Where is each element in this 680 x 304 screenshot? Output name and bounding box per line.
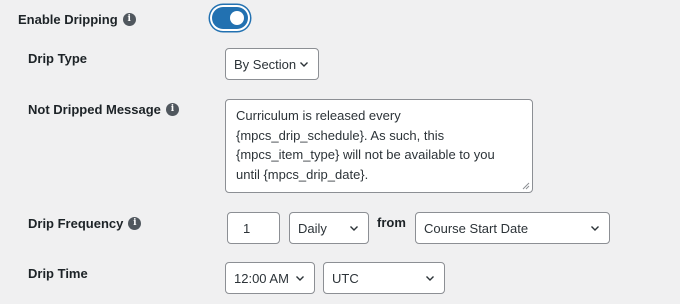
drip-time-label: Drip Time xyxy=(28,266,88,281)
drip-frequency-unit-select[interactable]: Daily xyxy=(289,212,369,244)
toggle-knob xyxy=(230,11,244,25)
info-icon[interactable]: i xyxy=(122,13,136,26)
drip-frequency-amount-value: 1 xyxy=(243,220,251,236)
not-dripped-message-textarea[interactable]: Curriculum is released every {mpcs_drip_… xyxy=(225,99,533,193)
drip-time-value: 12:00 AM xyxy=(234,270,289,286)
drip-frequency-label: Drip Frequency xyxy=(28,216,124,231)
message-line: {mpcs_drip_schedule}. As such, this xyxy=(236,127,445,143)
drip-type-select[interactable]: By Section xyxy=(225,48,319,80)
chevron-down-icon xyxy=(296,276,304,281)
chevron-down-icon xyxy=(350,226,358,231)
chevron-down-icon xyxy=(591,226,599,231)
drip-frequency-row: Drip Frequency i xyxy=(28,216,142,231)
drip-type-row: Drip Type xyxy=(28,51,87,66)
info-icon[interactable]: i xyxy=(165,103,179,116)
chevron-down-icon xyxy=(426,276,434,281)
enable-dripping-label: Enable Dripping xyxy=(18,12,118,27)
resize-grip-icon[interactable] xyxy=(521,181,530,190)
drip-settings-panel: Enable Dripping i Drip Type By Section N… xyxy=(0,0,680,304)
timezone-select[interactable]: UTC xyxy=(323,262,445,294)
message-line: until {mpcs_drip_date}. xyxy=(236,166,369,182)
enable-dripping-toggle[interactable] xyxy=(212,7,248,29)
timezone-value: UTC xyxy=(332,270,359,286)
not-dripped-message-label: Not Dripped Message xyxy=(28,102,161,117)
drip-time-row: Drip Time xyxy=(28,266,88,281)
drip-type-value: By Section xyxy=(234,56,297,72)
drip-frequency-unit-value: Daily xyxy=(298,220,327,236)
not-dripped-message-row: Not Dripped Message i xyxy=(28,102,179,117)
chevron-down-icon xyxy=(300,62,308,67)
message-line: {mpcs_item_type} will not be available t… xyxy=(236,147,495,162)
drip-type-label: Drip Type xyxy=(28,51,87,66)
drip-time-select[interactable]: 12:00 AM xyxy=(225,262,315,294)
enable-dripping-row: Enable Dripping i xyxy=(18,12,136,27)
drip-frequency-amount-input[interactable]: 1 xyxy=(227,212,280,244)
info-icon[interactable]: i xyxy=(128,217,142,230)
from-label: from xyxy=(377,215,406,230)
drip-frequency-from-value: Course Start Date xyxy=(424,220,529,236)
message-line: Curriculum is released every xyxy=(236,108,401,123)
drip-frequency-from-select[interactable]: Course Start Date xyxy=(415,212,610,244)
